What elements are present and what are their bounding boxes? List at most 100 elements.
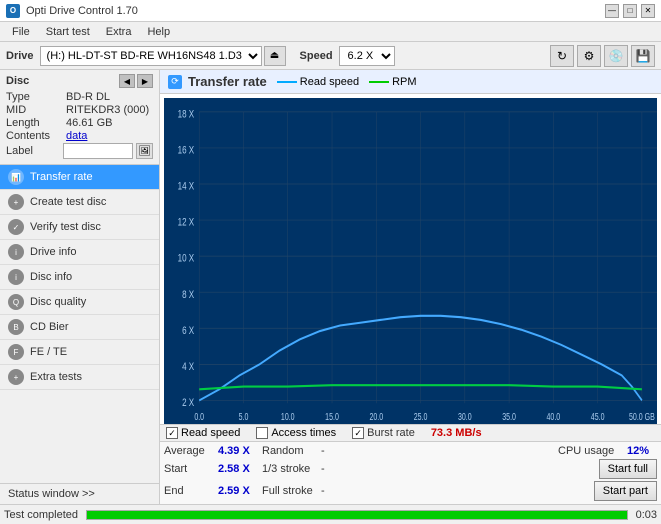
- menu-help[interactable]: Help: [139, 24, 178, 40]
- disc-icon-2[interactable]: ▶: [137, 74, 153, 88]
- fe-te-icon: F: [8, 344, 24, 360]
- chart-svg: 18 X 16 X 14 X 12 X 10 X 8 X 6 X 4 X 2 X…: [164, 98, 657, 424]
- label-icon-button[interactable]: 🖼: [136, 143, 153, 159]
- legend-read-label: Read speed: [300, 76, 359, 88]
- status-progress-bar: [87, 511, 627, 519]
- access-times-checkbox-label: Access times: [271, 427, 336, 439]
- svg-text:0.0: 0.0: [194, 411, 204, 422]
- legend-rpm-color: [369, 81, 389, 83]
- read-speed-checkbox-label: Read speed: [181, 427, 240, 439]
- drive-bar: Drive (H:) HL-DT-ST BD-RE WH16NS48 1.D3 …: [0, 42, 661, 70]
- length-label: Length: [6, 117, 66, 129]
- svg-text:25.0: 25.0: [414, 411, 428, 422]
- sidebar-item-transfer-rate[interactable]: 📊 Transfer rate: [0, 165, 159, 190]
- maximize-button[interactable]: □: [623, 4, 637, 18]
- create-test-disc-label: Create test disc: [30, 196, 106, 208]
- average-value: 4.39 X: [218, 445, 258, 457]
- speed-label: Speed: [300, 50, 333, 62]
- svg-text:10 X: 10 X: [178, 253, 195, 266]
- refresh-icon[interactable]: ↻: [550, 45, 574, 67]
- access-times-checkbox-group: Access times: [256, 427, 336, 439]
- checkbox-row: Read speed Access times Burst rate 73.3 …: [160, 424, 661, 441]
- disc-info-label: Disc info: [30, 271, 72, 283]
- end-label: End: [164, 485, 214, 497]
- svg-text:4 X: 4 X: [182, 361, 195, 374]
- status-progress-container: [86, 510, 628, 520]
- verify-test-disc-icon: ✓: [8, 219, 24, 235]
- full-stroke-value: -: [321, 485, 341, 497]
- sidebar-item-disc-info[interactable]: i Disc info: [0, 265, 159, 290]
- sidebar-item-extra-tests[interactable]: + Extra tests: [0, 365, 159, 390]
- chart-area: ⟳ Transfer rate Read speed RPM: [160, 70, 661, 504]
- mid-value: RITEKDR3 (000): [66, 104, 149, 116]
- chart-title: Transfer rate: [188, 74, 267, 89]
- svg-text:30.0: 30.0: [458, 411, 472, 422]
- length-value: 46.61 GB: [66, 117, 112, 129]
- sidebar-item-fe-te[interactable]: F FE / TE: [0, 340, 159, 365]
- sidebar-item-drive-info[interactable]: i Drive info: [0, 240, 159, 265]
- average-label: Average: [164, 445, 214, 457]
- title-bar: O Opti Drive Control 1.70 — □ ✕: [0, 0, 661, 22]
- chart-header: ⟳ Transfer rate Read speed RPM: [160, 70, 661, 94]
- cpu-usage-value: 12%: [627, 445, 657, 457]
- disc-icon-1[interactable]: ◀: [119, 74, 135, 88]
- start-full-button[interactable]: Start full: [599, 459, 657, 479]
- close-button[interactable]: ✕: [641, 4, 655, 18]
- end-value: 2.59 X: [218, 485, 258, 497]
- speed-select[interactable]: 6.2 X: [339, 46, 395, 66]
- eject-button[interactable]: ⏏: [264, 46, 286, 66]
- stroke-label: 1/3 stroke: [262, 463, 317, 475]
- menu-extra[interactable]: Extra: [98, 24, 140, 40]
- status-window-button[interactable]: Status window >>: [0, 483, 159, 504]
- sidebar-item-cd-bier[interactable]: B CD Bier: [0, 315, 159, 340]
- disc-info-icon: i: [8, 269, 24, 285]
- svg-text:35.0: 35.0: [502, 411, 516, 422]
- legend-read-speed: Read speed: [277, 76, 359, 88]
- read-speed-checkbox[interactable]: [166, 427, 178, 439]
- status-window-label: Status window >>: [8, 488, 95, 500]
- stroke-value: -: [321, 463, 341, 475]
- minimize-button[interactable]: —: [605, 4, 619, 18]
- status-bar: Test completed 0:03: [0, 504, 661, 524]
- settings-icon[interactable]: ⚙: [577, 45, 601, 67]
- drive-label: Drive: [6, 50, 34, 62]
- sidebar-item-verify-test-disc[interactable]: ✓ Verify test disc: [0, 215, 159, 240]
- sidebar-item-disc-quality[interactable]: Q Disc quality: [0, 290, 159, 315]
- svg-text:8 X: 8 X: [182, 289, 195, 302]
- disc-icon[interactable]: 💿: [604, 45, 628, 67]
- access-times-checkbox[interactable]: [256, 427, 268, 439]
- sidebar-item-create-test-disc[interactable]: + Create test disc: [0, 190, 159, 215]
- random-label: Random: [262, 445, 317, 457]
- menu-bar: File Start test Extra Help: [0, 22, 661, 42]
- cd-bier-label: CD Bier: [30, 321, 69, 333]
- type-label: Type: [6, 91, 66, 103]
- chart-legend: Read speed RPM: [277, 76, 417, 88]
- label-input[interactable]: [63, 143, 133, 159]
- burst-rate-label: Burst rate: [367, 427, 415, 439]
- cd-bier-icon: B: [8, 319, 24, 335]
- app-icon: O: [6, 4, 20, 18]
- start-part-button[interactable]: Start part: [594, 481, 657, 501]
- drive-select[interactable]: (H:) HL-DT-ST BD-RE WH16NS48 1.D3: [40, 46, 262, 66]
- svg-text:45.0: 45.0: [591, 411, 605, 422]
- svg-text:14 X: 14 X: [178, 180, 195, 193]
- save-icon[interactable]: 💾: [631, 45, 655, 67]
- menu-start-test[interactable]: Start test: [38, 24, 98, 40]
- disc-section: Disc ◀ ▶ Type BD-R DL MID RITEKDR3 (000)…: [0, 70, 159, 165]
- svg-text:12 X: 12 X: [178, 216, 195, 229]
- svg-text:2 X: 2 X: [182, 397, 195, 410]
- disc-label: Disc: [6, 75, 29, 87]
- window-controls: — □ ✕: [605, 4, 655, 18]
- svg-text:5.0: 5.0: [239, 411, 249, 422]
- drive-info-icon: i: [8, 244, 24, 260]
- svg-text:16 X: 16 X: [178, 144, 195, 157]
- svg-text:15.0: 15.0: [325, 411, 339, 422]
- menu-file[interactable]: File: [4, 24, 38, 40]
- create-test-disc-icon: +: [8, 194, 24, 210]
- contents-value[interactable]: data: [66, 130, 87, 142]
- start-label: Start: [164, 463, 214, 475]
- burst-rate-checkbox[interactable]: [352, 427, 364, 439]
- mid-label: MID: [6, 104, 66, 116]
- extra-tests-label: Extra tests: [30, 371, 82, 383]
- legend-rpm-label: RPM: [392, 76, 416, 88]
